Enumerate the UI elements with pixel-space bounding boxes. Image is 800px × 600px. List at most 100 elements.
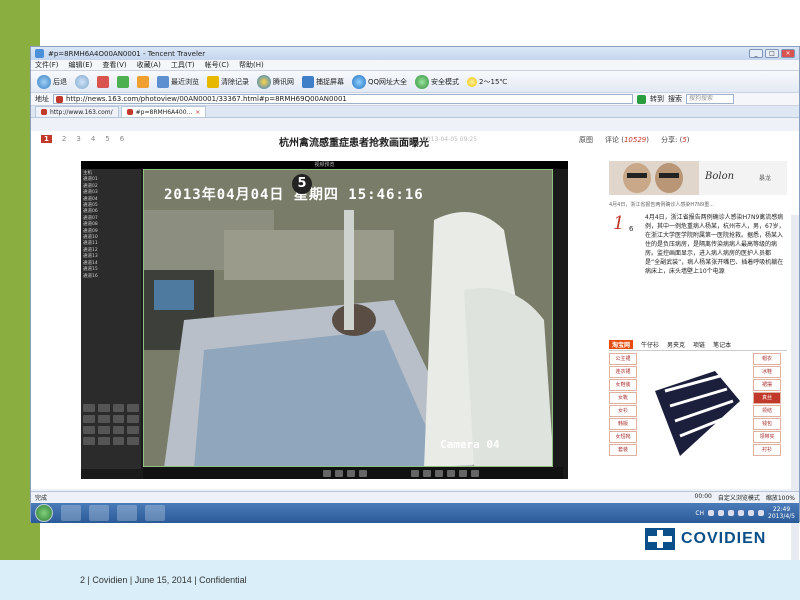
maximize-button[interactable]: □ (765, 49, 779, 58)
home-icon[interactable] (137, 75, 149, 88)
url-input[interactable]: http://news.163.com/photoview/00AN0001/3… (53, 94, 633, 104)
go-arrow-icon[interactable] (637, 94, 646, 104)
page-6[interactable]: 6 (120, 135, 124, 143)
tab-close-icon[interactable]: × (195, 109, 200, 116)
qq-taskbar-icon[interactable] (89, 505, 109, 521)
shop-category-item[interactable]: 衬衫 (753, 444, 781, 456)
menu-favorites[interactable]: 收藏(A) (137, 60, 161, 70)
menu-help[interactable]: 帮助(H) (239, 60, 264, 70)
recent-button[interactable]: 最近浏览 (157, 75, 199, 88)
shop-category-item[interactable]: 女衫 (609, 405, 637, 417)
control-icon[interactable] (335, 469, 343, 477)
shop-category-item[interactable]: 女短靴 (609, 431, 637, 443)
stop-icon[interactable] (97, 75, 109, 88)
search-input[interactable]: 搜狗搜索 (686, 94, 734, 104)
tray-icon[interactable] (708, 510, 715, 516)
shop-category-item[interactable]: 真丝 (753, 392, 781, 404)
page-3[interactable]: 3 (76, 135, 80, 143)
channel-item[interactable]: 通道16 (83, 274, 98, 280)
control-icon[interactable] (447, 469, 455, 477)
zoom-level[interactable]: 缩放100% (766, 493, 795, 502)
site-favicon-icon (56, 95, 63, 103)
minimize-button[interactable]: _ (749, 49, 763, 58)
shop-tab[interactable]: 牛仔衫 (641, 340, 659, 349)
shop-category-item[interactable]: 冰鞋 (753, 366, 781, 378)
clear-history-button[interactable]: 清除记录 (207, 75, 249, 88)
safe-mode-button[interactable]: 安全模式 (415, 74, 459, 89)
tab-photo-view[interactable]: #p=8RMH6A400... × (120, 106, 207, 117)
keypad-key (112, 426, 125, 434)
menu-tools[interactable]: 工具(T) (171, 60, 195, 70)
sunglasses-ad[interactable]: Bolon 暴龙 (609, 161, 787, 195)
share-button[interactable]: 分享: (5) (661, 135, 690, 145)
start-button[interactable] (35, 504, 53, 522)
channel-item[interactable]: 通道01 (83, 177, 98, 183)
taobao-logo[interactable]: 淘宝网 (609, 340, 634, 349)
tray-icon[interactable] (718, 510, 725, 516)
control-icon[interactable] (459, 469, 467, 477)
channel-item[interactable]: 通道13 (83, 254, 98, 260)
shop-category-item[interactable]: 套装 (609, 444, 637, 456)
channel-item[interactable]: 通道11 (83, 241, 98, 247)
channel-item[interactable]: 通道03 (83, 190, 98, 196)
channel-item[interactable]: 通道15 (83, 267, 98, 273)
shop-category-item[interactable]: 女鞋装 (609, 379, 637, 391)
shop-category-item[interactable]: 帽衣 (753, 353, 781, 365)
view-original-button[interactable]: 原图 (579, 135, 593, 145)
browse-mode[interactable]: 自定义浏览模式 (718, 493, 760, 502)
page-5[interactable]: 5 (105, 135, 109, 143)
control-icon[interactable] (411, 469, 419, 477)
menu-file[interactable]: 文件(F) (35, 60, 59, 70)
shop-category-item[interactable]: 女靴 (609, 392, 637, 404)
tab-favicon-icon (41, 109, 47, 115)
browser-taskbar-icon[interactable] (145, 505, 165, 521)
shop-category-item[interactable]: 韩版 (609, 418, 637, 430)
channel-panel: 主机 通道01 通道02 通道03 通道04 通道05 通道06 通道07 通道08 通道09 通道… (81, 169, 141, 469)
channel-item[interactable]: 通道08 (83, 222, 98, 228)
control-icon[interactable] (359, 469, 367, 477)
weather-widget[interactable]: 2～15℃ (467, 76, 507, 87)
shop-category-item[interactable]: 连衣裙 (609, 366, 637, 378)
control-icon[interactable] (323, 469, 331, 477)
tencent-button[interactable]: 腾讯网 (257, 74, 294, 89)
go-button[interactable]: 转到 (650, 94, 664, 104)
page-4[interactable]: 4 (91, 135, 95, 143)
menu-view[interactable]: 查看(V) (102, 60, 126, 70)
control-icon[interactable] (471, 469, 479, 477)
surveillance-photo[interactable]: 视频预览 主机 通道01 通道02 通道03 通道04 通道05 通道06 通道07 通道08 通… (81, 161, 568, 479)
input-method[interactable]: CH (695, 510, 704, 517)
shop-category-item[interactable]: 领带夹 (753, 431, 781, 443)
necktie-image[interactable] (645, 361, 745, 461)
shop-tab[interactable]: 笔记本 (713, 340, 731, 349)
qq-sites-button[interactable]: QQ网址大全 (352, 74, 407, 89)
volume-icon[interactable] (758, 510, 765, 516)
back-button[interactable]: 后退 (37, 74, 67, 89)
shop-tab[interactable]: 男夹克 (667, 340, 685, 349)
shop-category-item[interactable]: 钱包 (753, 418, 781, 430)
tab-163-home[interactable]: http://www.163.com/ (35, 106, 119, 117)
page-1[interactable]: 1 (41, 135, 52, 143)
refresh-icon[interactable] (117, 75, 129, 88)
shop-tab[interactable]: 项链 (693, 340, 705, 349)
media-taskbar-icon[interactable] (117, 505, 137, 521)
control-icon[interactable] (435, 469, 443, 477)
clock[interactable]: 22:49 2013/4/5 (768, 506, 795, 520)
forward-arrow-icon[interactable] (75, 74, 89, 89)
menu-edit[interactable]: 编辑(E) (69, 60, 93, 70)
screenshot-button[interactable]: 捕捉屏幕 (302, 75, 344, 88)
tray-icon[interactable] (738, 510, 745, 516)
tray-icon[interactable] (728, 510, 735, 516)
tray-icon[interactable] (748, 510, 755, 516)
shop-category-item[interactable]: 领结 (753, 405, 781, 417)
menu-account[interactable]: 帐号(C) (205, 60, 229, 70)
control-icon[interactable] (347, 469, 355, 477)
shop-category-item[interactable]: 公主裙 (609, 353, 637, 365)
page-2[interactable]: 2 (62, 135, 66, 143)
explorer-taskbar-icon[interactable] (61, 505, 81, 521)
comment-button[interactable]: 评论 (10529) (605, 135, 649, 145)
close-button[interactable]: × (781, 49, 795, 58)
channel-item[interactable]: 通道06 (83, 209, 98, 215)
control-icon[interactable] (423, 469, 431, 477)
shop-category-item[interactable]: 裙摆 (753, 379, 781, 391)
browser-icon (35, 49, 44, 58)
